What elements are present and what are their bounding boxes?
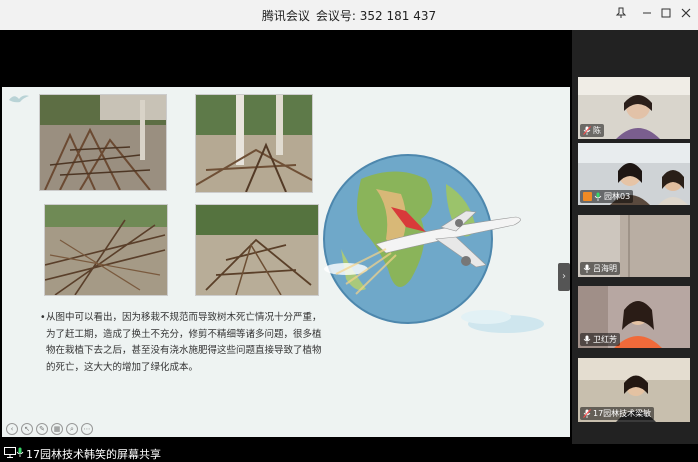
participant-name: 吕海明 bbox=[593, 264, 617, 273]
maximize-icon[interactable] bbox=[657, 6, 675, 24]
tree-photo-2 bbox=[195, 94, 313, 193]
mic-muted-icon bbox=[583, 126, 591, 135]
share-banner-label: 17园林技术韩笑的屏幕共享 bbox=[26, 448, 161, 461]
minimize-icon[interactable] bbox=[638, 6, 656, 24]
slide-toolbar: ‹ ↖ ✎ ▦ ⌕ ⋯ bbox=[6, 423, 93, 435]
mic-icon bbox=[583, 335, 591, 344]
participant-name-tag: 吕海明 bbox=[580, 262, 620, 275]
mic-muted-icon bbox=[583, 409, 591, 418]
title-bar: 腾讯会议 会议号: 352 181 437 bbox=[0, 0, 698, 31]
participant-name: 陈 bbox=[593, 126, 601, 135]
window-title: 腾讯会议 会议号: 352 181 437 bbox=[0, 7, 698, 24]
tree-photo-4 bbox=[195, 204, 319, 296]
meeting-id: 352 181 437 bbox=[359, 9, 437, 23]
slide-bullet-text: • 从图中可以看出，因为移栽不规范而导致树木死亡情况十分严重，为了赶工期，造成了… bbox=[40, 310, 326, 376]
meeting-id-label: 会议号: bbox=[315, 9, 356, 23]
participant-name-tag: 陈 bbox=[580, 124, 604, 137]
monitor-icon bbox=[4, 447, 16, 458]
tree-photo-1 bbox=[39, 94, 167, 191]
participant-name-tag: 园林03 bbox=[580, 190, 634, 203]
pen-icon[interactable]: ✎ bbox=[36, 423, 48, 435]
app-title: 腾讯会议 bbox=[261, 9, 310, 23]
participant-name: 园林03 bbox=[604, 192, 631, 201]
grid-icon[interactable]: ▦ bbox=[51, 423, 63, 435]
screen-share-banner: 17园林技术韩笑的屏幕共享 bbox=[0, 444, 698, 462]
pin-icon[interactable] bbox=[612, 6, 630, 24]
globe-airplane-illustration bbox=[323, 154, 544, 333]
mic-speaking-icon bbox=[594, 192, 602, 201]
pointer-icon[interactable]: ↖ bbox=[21, 423, 33, 435]
collapse-panel-button[interactable]: › bbox=[558, 263, 570, 291]
participant-tile[interactable]: 17园林技术梁敏 bbox=[578, 358, 690, 422]
avatar-icon bbox=[583, 192, 592, 201]
zoom-icon[interactable]: ⌕ bbox=[66, 423, 78, 435]
shared-screen: • 从图中可以看出，因为移栽不规范而导致树木死亡情况十分严重，为了赶工期，造成了… bbox=[0, 30, 572, 444]
presentation-slide: • 从图中可以看出，因为移栽不规范而导致树木死亡情况十分严重，为了赶工期，造成了… bbox=[2, 87, 570, 437]
mic-icon bbox=[583, 264, 591, 273]
chevron-right-icon: › bbox=[562, 271, 566, 282]
more-icon[interactable]: ⋯ bbox=[81, 423, 93, 435]
close-icon[interactable] bbox=[677, 6, 695, 24]
participant-name-tag: 17园林技术梁敏 bbox=[580, 407, 655, 420]
participant-tile[interactable]: 吕海明 bbox=[578, 215, 690, 277]
participant-name: 17园林技术梁敏 bbox=[593, 409, 652, 418]
participant-tile[interactable]: 园林03 bbox=[578, 143, 690, 205]
participant-name-tag: 卫红芳 bbox=[580, 333, 620, 346]
bird-decoration-icon bbox=[9, 95, 29, 103]
bullet-dot-icon: • bbox=[40, 312, 46, 323]
mic-speaking-icon bbox=[16, 447, 24, 457]
tree-photo-3 bbox=[44, 204, 168, 296]
participant-tile[interactable]: 卫红芳 bbox=[578, 286, 690, 348]
participant-name: 卫红芳 bbox=[593, 335, 617, 344]
prev-slide-icon[interactable]: ‹ bbox=[6, 423, 18, 435]
participant-tile[interactable]: 陈 bbox=[578, 77, 690, 139]
participant-panel: 陈 园林03 吕海明 卫红芳 17园林技术梁敏 bbox=[572, 30, 698, 444]
bullet-text: 从图中可以看出，因为移栽不规范而导致树木死亡情况十分严重，为了赶工期，造成了换土… bbox=[46, 312, 322, 373]
